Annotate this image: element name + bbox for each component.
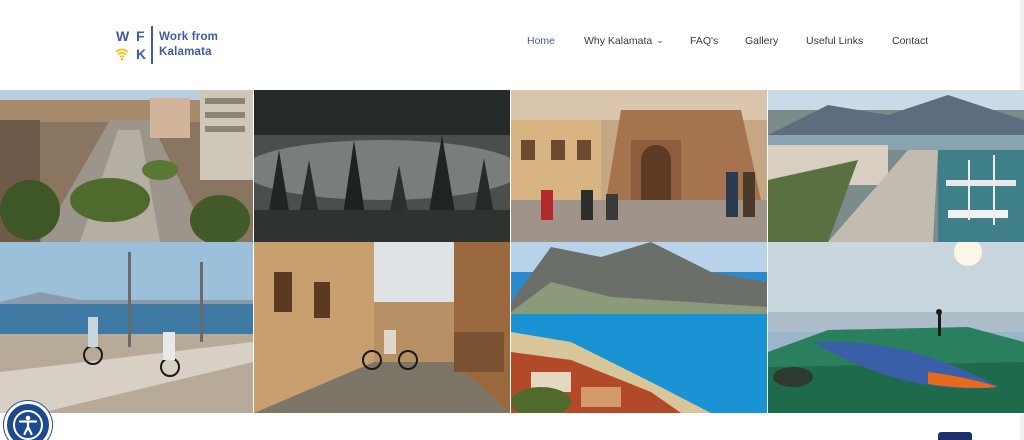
gallery-photo-seafront-cyclists[interactable] bbox=[0, 242, 253, 413]
gallery-photo-church-square[interactable] bbox=[511, 90, 767, 242]
nav-item-faqs[interactable]: FAQ's bbox=[690, 35, 718, 47]
nav-item-contact[interactable]: Contact bbox=[892, 35, 928, 47]
nav-item-home[interactable]: Home bbox=[527, 35, 555, 47]
gallery-photo-bay-coastline[interactable] bbox=[511, 242, 767, 413]
site-header: W F K Work from Kalamata Home Why Kalama… bbox=[0, 0, 1024, 90]
nav-item-gallery[interactable]: Gallery bbox=[745, 35, 778, 47]
gallery-photo-misty-forest[interactable] bbox=[254, 90, 510, 242]
gallery-photo-city-boulevard[interactable] bbox=[0, 90, 253, 242]
chevron-down-icon: ⌄ bbox=[656, 35, 664, 45]
gallery-photo-narrow-street[interactable] bbox=[254, 242, 510, 413]
nav-item-why-kalamata-label: Why Kalamata bbox=[584, 35, 653, 47]
gallery-photo-marina[interactable] bbox=[768, 90, 1024, 242]
gallery-photo-paraglider[interactable] bbox=[768, 242, 1024, 413]
nav-item-useful-links[interactable]: Useful Links bbox=[806, 35, 863, 47]
nav-item-why-kalamata[interactable]: Why Kalamata ⌄ bbox=[584, 35, 664, 47]
main-nav: Home Why Kalamata ⌄ FAQ's Gallery Useful … bbox=[0, 35, 1024, 51]
accessibility-icon bbox=[13, 410, 43, 440]
photo-gallery bbox=[0, 90, 1024, 414]
scroll-to-top-button[interactable] bbox=[938, 432, 972, 440]
